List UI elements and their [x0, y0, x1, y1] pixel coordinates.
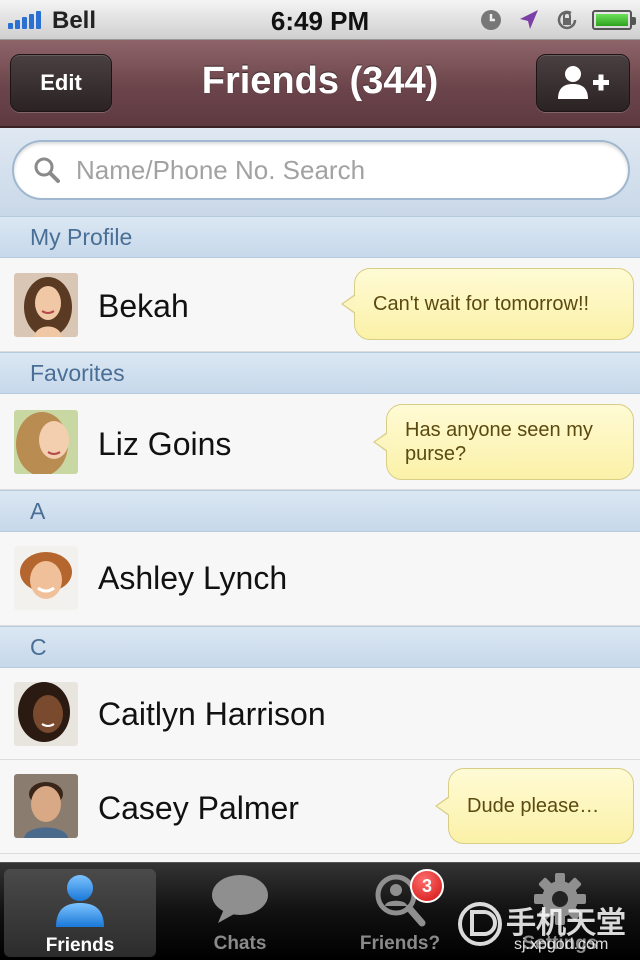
- add-friend-button[interactable]: [536, 54, 630, 112]
- status-bar: Bell 6:49 PM: [0, 0, 640, 40]
- search-icon: [34, 157, 60, 183]
- speech-bubble-icon: [212, 875, 268, 923]
- avatar: [14, 682, 78, 746]
- section-header-a: A: [0, 490, 640, 532]
- friend-row[interactable]: Casey Palmer Dude please…: [0, 760, 640, 854]
- search-input[interactable]: [76, 154, 576, 186]
- notification-badge: 3: [410, 869, 444, 903]
- status-message-bubble: Can't wait for tomorrow!!: [341, 268, 634, 340]
- tab-chats[interactable]: Chats: [160, 863, 320, 960]
- battery-icon: [592, 10, 636, 30]
- friend-row[interactable]: Liz Goins Has anyone seen my purse?: [0, 394, 640, 490]
- friend-row[interactable]: Caitlyn Harrison: [0, 668, 640, 760]
- avatar: [14, 546, 78, 610]
- section-header-my-profile: My Profile: [0, 216, 640, 258]
- friend-name: Casey Palmer: [98, 790, 299, 826]
- tab-label: Settings: [522, 933, 598, 954]
- rotation-lock-icon: [557, 10, 577, 30]
- tab-friends[interactable]: Friends: [4, 869, 156, 957]
- add-person-icon: [558, 66, 609, 99]
- status-message-bubble: Has anyone seen my purse?: [373, 404, 634, 480]
- search-bar: [0, 128, 640, 216]
- tab-bar: Friends Chats 3 Friends? Settings: [0, 862, 640, 960]
- section-header-c: C: [0, 626, 640, 668]
- friend-name: Bekah: [98, 288, 189, 324]
- tab-settings[interactable]: Settings: [480, 863, 640, 960]
- tab-label: Friends: [45, 935, 115, 956]
- clock-icon: [481, 10, 501, 30]
- friend-row[interactable]: Ashley Lynch: [0, 532, 640, 626]
- friend-name: Liz Goins: [98, 426, 232, 462]
- navigation-bar: Edit Friends (344): [0, 40, 640, 128]
- section-header-favorites: Favorites: [0, 352, 640, 394]
- location-arrow-icon: [520, 10, 538, 29]
- tab-friend-suggestions[interactable]: 3 Friends?: [320, 863, 480, 960]
- tab-label: Friends?: [359, 933, 441, 954]
- status-message-bubble: Dude please…: [435, 768, 634, 844]
- avatar: [14, 774, 78, 838]
- tab-label: Chats: [213, 933, 267, 954]
- avatar: [14, 273, 78, 337]
- friend-name: Caitlyn Harrison: [98, 696, 326, 732]
- search-field[interactable]: [12, 140, 630, 200]
- avatar: [14, 410, 78, 474]
- gear-icon: [534, 873, 586, 925]
- friend-row[interactable]: Bekah Can't wait for tomorrow!!: [0, 258, 640, 352]
- friend-name: Ashley Lynch: [98, 560, 288, 596]
- person-icon: [56, 875, 104, 927]
